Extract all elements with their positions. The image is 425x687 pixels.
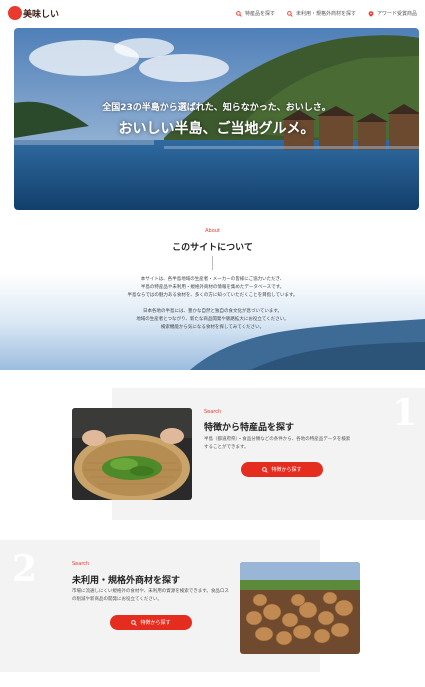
hero-banner: 全国23の半島から選ばれた、知らなかった、おいしさ。 おいしい半島、ご当地グルメ… [14, 28, 419, 210]
nav-item-label: アワード受賞商品 [376, 11, 417, 17]
about-line: 地域の生産者とつながり、新たな商品開発や販路拡大にお役立てください。 [136, 317, 289, 322]
search-icon [287, 10, 293, 17]
search-icon [262, 466, 269, 473]
search-icon [236, 10, 242, 17]
logo-text: 美味しい [23, 10, 60, 20]
about-paragraph-1: 本サイトは、各半島地域の生産者・メーカーの皆様にご協力いただき、 半島の特産品や… [70, 276, 355, 300]
pin-icon [368, 10, 374, 17]
section-title: 未利用・規格外商材を探す [72, 576, 181, 586]
about-title: このサイトについて [172, 243, 253, 253]
logo-mark [8, 6, 22, 20]
button-label: 特徴から探す [140, 620, 171, 626]
section-description: 市場に流通しにくい規格外の食材や、未利用の資源を検索できます。食品ロスの削減や新… [72, 589, 229, 602]
hero-subtitle: 全国23の半島から選ばれた、知らなかった、おいしさ。 [102, 103, 331, 113]
search-icon [131, 619, 138, 626]
section-number: 1 [391, 392, 417, 434]
about-line: 半島の特産品や未利用・規格外商材の情報を集めたデータベースです。 [140, 285, 285, 290]
hero-title: おいしい半島、ご当地グルメ。 [118, 121, 315, 137]
button-label: 特徴から探す [271, 467, 302, 473]
site-logo[interactable]: 美味しい [8, 6, 59, 24]
tea-leaves-photo [72, 408, 192, 500]
about-line: 日本各地の半島には、豊かな自然と独自の食文化が息づいています。 [143, 309, 282, 314]
nav-item-specialty-search[interactable]: 特産品を探す [236, 10, 275, 17]
about-section: About このサイトについて 本サイトは、各半島地域の生産者・メーカーの皆様に… [0, 222, 425, 370]
about-eyebrow: About [205, 228, 220, 234]
section-eyebrow: Search [204, 409, 222, 415]
header-nav: 特産品を探す 未利用・規格外商材を探す アワード受賞商品 [236, 10, 417, 17]
nav-item-label: 未利用・規格外商材を探す [295, 11, 356, 17]
about-line: 検索機能から気になる食材を探してみてください。 [160, 325, 265, 330]
nav-item-unused-search[interactable]: 未利用・規格外商材を探す [287, 10, 356, 17]
site-header: 美味しい 特産品を探す 未利用・規格外商材を探す アワード受賞商品 [0, 0, 425, 28]
specialty-photo [72, 408, 192, 500]
unused-photo [240, 562, 360, 654]
about-line: 半島ならではの魅力ある食材を、多くの方に知っていただくことを目指しています。 [127, 293, 298, 298]
section-title: 特徴から特産品を探す [204, 423, 295, 433]
onions-field-photo [240, 562, 360, 654]
about-paragraph-2: 日本各地の半島には、豊かな自然と独自の食文化が息づいています。 地域の生産者とつ… [70, 308, 355, 332]
about-line: 本サイトは、各半島地域の生産者・メーカーの皆様にご協力いただき、 [140, 277, 285, 282]
unused-search-button[interactable]: 特徴から探す [110, 615, 192, 630]
section-number: 2 [12, 548, 38, 590]
section-description: 半島（都道府県）・食品分類などの条件から、各地の特産品データを検索することができ… [204, 437, 351, 450]
nav-item-label: 特産品を探す [244, 11, 275, 17]
specialty-search-button[interactable]: 特徴から探す [241, 462, 323, 477]
about-divider [212, 256, 213, 270]
nav-item-award[interactable]: アワード受賞商品 [368, 10, 417, 17]
section-eyebrow: Search [72, 561, 90, 567]
